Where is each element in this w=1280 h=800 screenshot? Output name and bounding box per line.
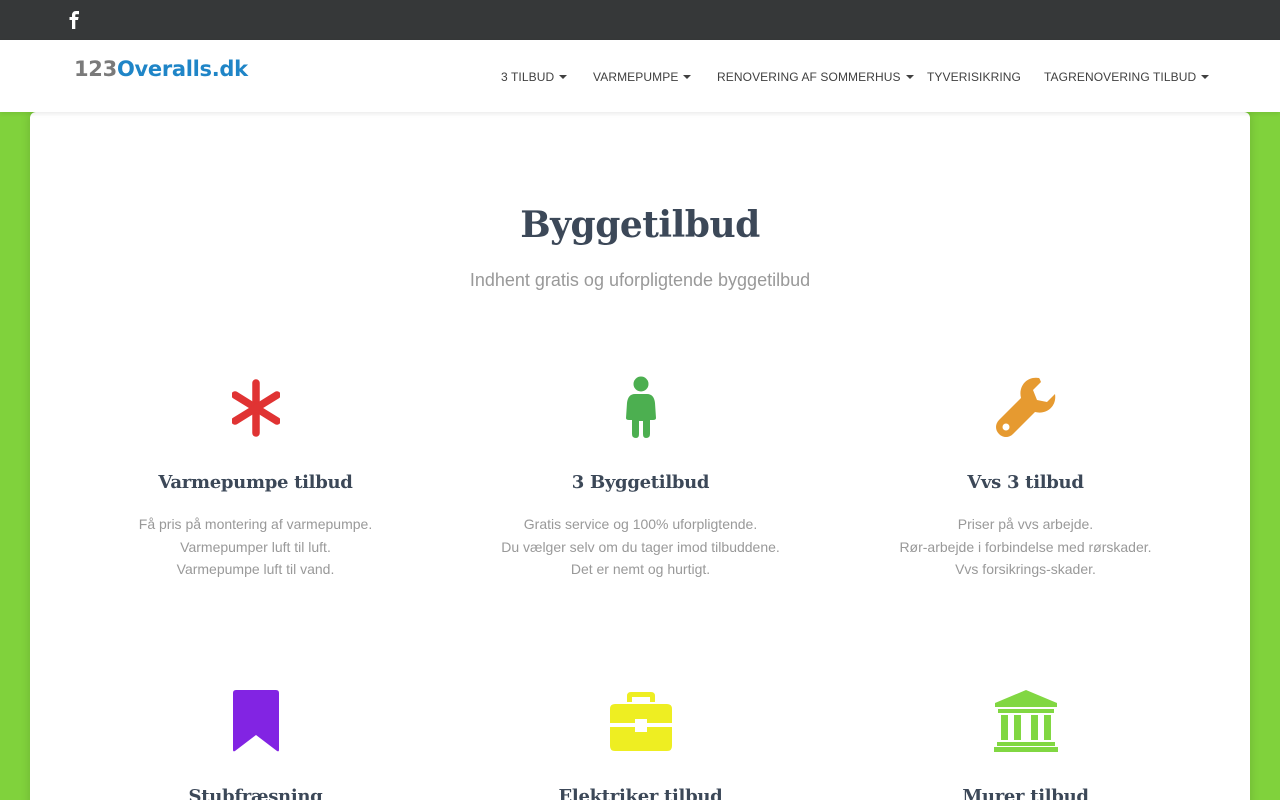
nav-item-renovering-af-sommerhus[interactable]: RENOVERING AF SOMMERHUS bbox=[717, 70, 914, 84]
feature-line: Få pris på montering af varmepumpe. bbox=[138, 516, 373, 532]
feature-title: Murer tilbud bbox=[962, 786, 1089, 800]
feature-vvs-3-tilbud: Vvs 3 tilbud Priser på vvs arbejde. Rør-… bbox=[833, 376, 1218, 581]
feature-line: Det er nemt og hurtigt. bbox=[570, 561, 711, 577]
feature-line: Priser på vvs arbejde. bbox=[957, 516, 1094, 532]
nav-item-label: TAGRENOVERING TILBUD bbox=[1044, 70, 1197, 84]
feature-title: Stubfræsning bbox=[188, 786, 323, 800]
feature-murer-tilbud: Murer tilbud bbox=[833, 690, 1218, 800]
feature-elektriker-tilbud: Elektriker tilbud bbox=[448, 690, 833, 800]
nav-menu: 3 TILBUD VARMEPUMPE RENOVERING AF SOMMER… bbox=[0, 70, 1280, 86]
briefcase-icon bbox=[609, 692, 672, 751]
page-title: Byggetilbud bbox=[520, 204, 760, 246]
feature-title: Vvs 3 tilbud bbox=[967, 472, 1084, 493]
feature-description: Gratis service og 100% uforpligtende. Du… bbox=[448, 513, 833, 581]
top-bar bbox=[0, 0, 1280, 40]
bank-icon bbox=[993, 690, 1058, 752]
nav-item-varmepumpe[interactable]: VARMEPUMPE bbox=[593, 70, 692, 84]
nav-item-tyverisikring[interactable]: TYVERISIKRING bbox=[927, 70, 1021, 84]
main-navbar: 123Overalls.dk 3 TILBUD VARMEPUMPE RENOV… bbox=[0, 40, 1280, 112]
nav-item-label: RENOVERING AF SOMMERHUS bbox=[717, 70, 901, 84]
caret-down-icon bbox=[683, 75, 692, 79]
feature-stubfraesning: Stubfræsning bbox=[63, 690, 448, 800]
page-subtitle: Indhent gratis og uforpligtende byggetil… bbox=[469, 270, 811, 290]
feature-description: Priser på vvs arbejde. Rør-arbejde i for… bbox=[833, 513, 1218, 581]
facebook-icon[interactable] bbox=[68, 11, 80, 29]
nav-item-tagrenovering-tilbud[interactable]: TAGRENOVERING TILBUD bbox=[1044, 70, 1210, 84]
nav-item-label: TYVERISIKRING bbox=[927, 70, 1021, 84]
feature-line: Gratis service og 100% uforpligtende. bbox=[523, 516, 758, 532]
feature-varmepumpe-tilbud: Varmepumpe tilbud Få pris på montering a… bbox=[63, 376, 448, 581]
child-icon bbox=[625, 376, 656, 438]
caret-down-icon bbox=[1201, 75, 1210, 79]
content-card: Byggetilbud Indhent gratis og uforpligte… bbox=[30, 112, 1250, 800]
asterisk-icon bbox=[231, 379, 280, 437]
feature-line: Rør-arbejde i forbindelse med rørskader. bbox=[899, 538, 1152, 555]
feature-line: Varmepumper luft til luft. bbox=[180, 538, 331, 555]
bookmark-icon bbox=[232, 690, 279, 752]
feature-title: Elektriker tilbud bbox=[558, 786, 723, 800]
wrench-icon bbox=[995, 377, 1055, 437]
feature-title: 3 Byggetilbud bbox=[571, 472, 710, 493]
caret-down-icon bbox=[905, 75, 914, 79]
feature-3-byggetilbud: 3 Byggetilbud Gratis service og 100% ufo… bbox=[448, 376, 833, 581]
feature-line: Varmepumpe luft til vand. bbox=[176, 561, 335, 577]
nav-item-label: VARMEPUMPE bbox=[593, 70, 679, 84]
feature-line: Vvs forsikrings-skader. bbox=[955, 561, 1096, 577]
nav-item-3-tilbud[interactable]: 3 TILBUD bbox=[501, 70, 568, 84]
feature-line: Du vælger selv om du tager imod tilbudde… bbox=[501, 538, 780, 555]
caret-down-icon bbox=[559, 75, 568, 79]
feature-title: Varmepumpe tilbud bbox=[158, 472, 353, 493]
feature-description: Få pris på montering af varmepumpe. Varm… bbox=[63, 513, 448, 581]
nav-item-label: 3 TILBUD bbox=[501, 70, 555, 84]
